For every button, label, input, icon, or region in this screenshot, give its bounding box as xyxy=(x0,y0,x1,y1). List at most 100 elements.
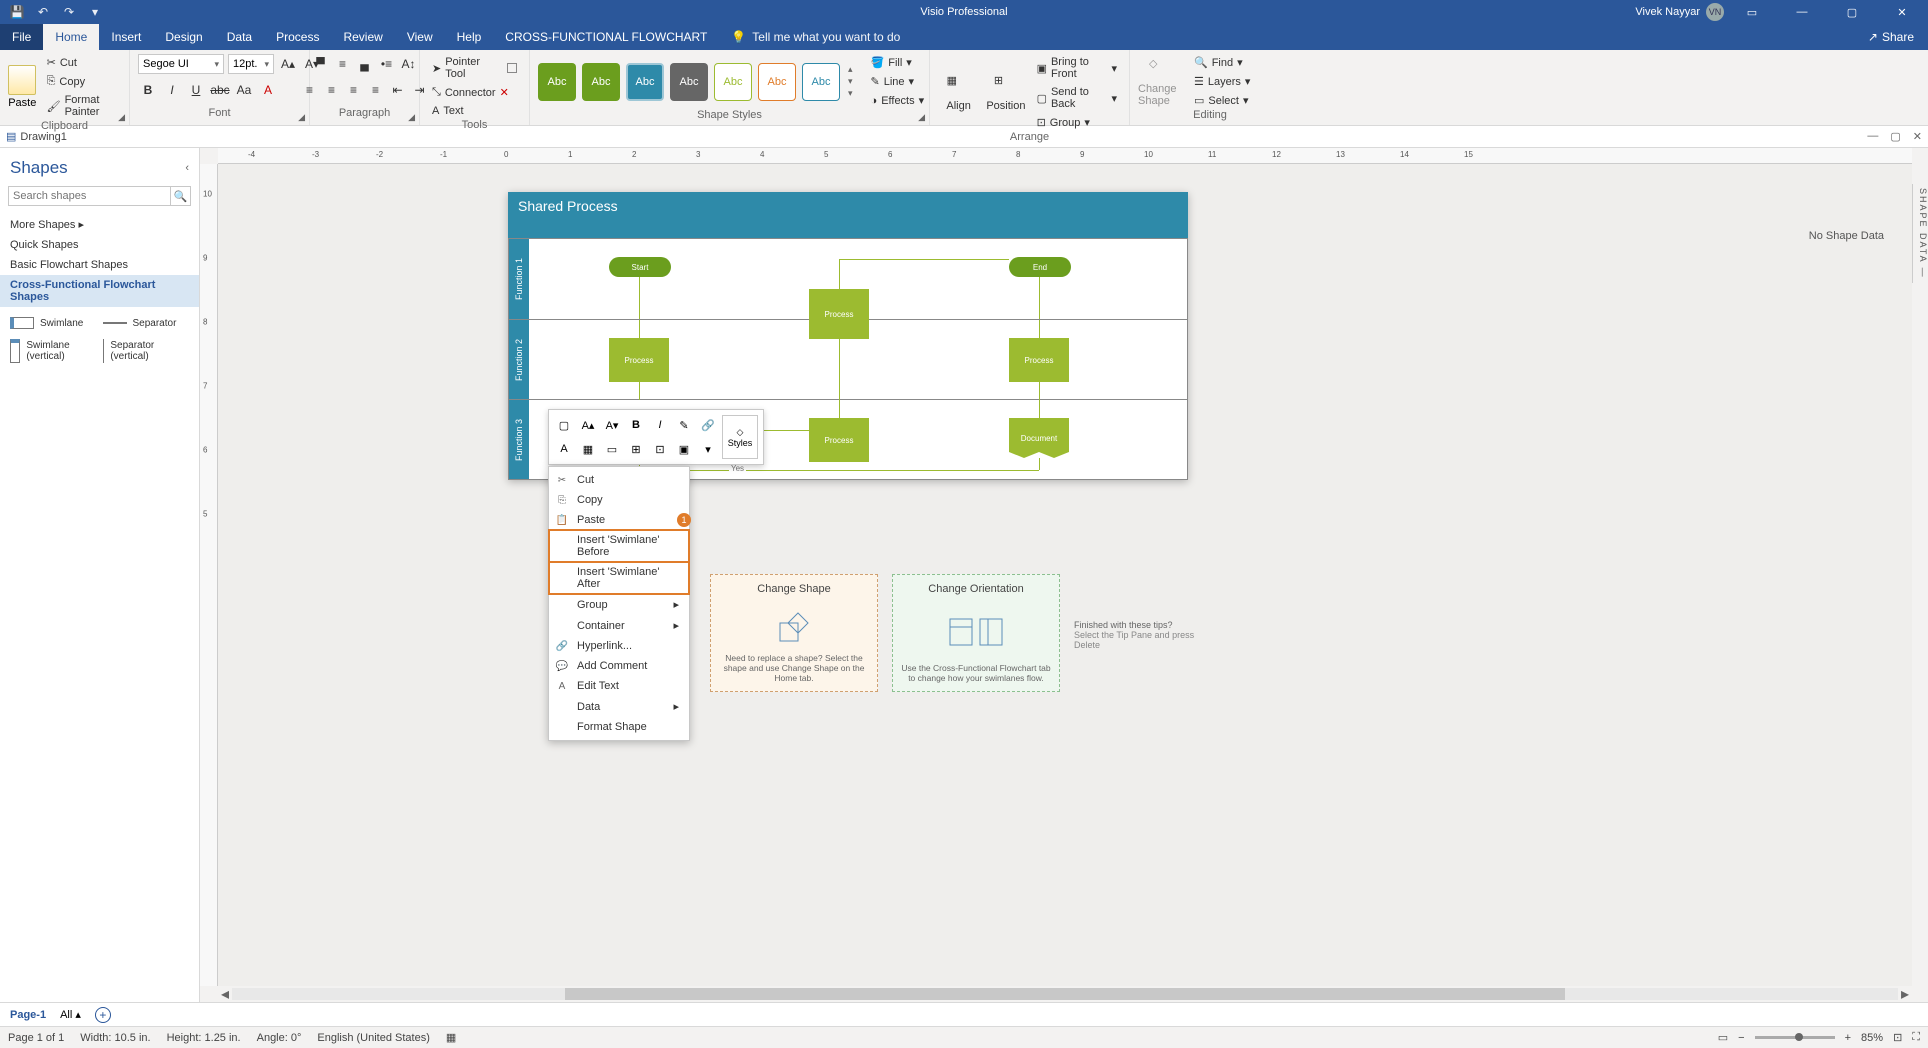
mt-font-color-icon[interactable]: A xyxy=(554,439,574,459)
doc-close-icon[interactable]: ✕ xyxy=(1913,130,1922,143)
cm-format-shape[interactable]: Format Shape xyxy=(549,717,689,737)
connector[interactable] xyxy=(839,320,840,400)
tab-cross-functional[interactable]: CROSS-FUNCTIONAL FLOWCHART xyxy=(493,24,719,50)
mt-shrink-font-icon[interactable]: A▾ xyxy=(602,415,622,435)
pointer-checkbox[interactable] xyxy=(507,63,517,73)
user-name[interactable]: Vivek Nayyar xyxy=(1635,6,1700,18)
font-size-select[interactable]: 12pt. xyxy=(228,54,274,74)
group-button[interactable]: ⊡Group▾ xyxy=(1033,114,1121,131)
style-gallery-down-icon[interactable]: ▾ xyxy=(848,76,853,87)
connector[interactable] xyxy=(1039,400,1040,418)
style-6[interactable]: Abc xyxy=(758,63,796,101)
connector[interactable] xyxy=(639,382,640,400)
tab-process[interactable]: Process xyxy=(264,24,331,50)
presentation-mode-icon[interactable]: ▭ xyxy=(1718,1031,1728,1044)
lane-2[interactable]: Function 2 Process Process xyxy=(509,319,1187,399)
text-tool-button[interactable]: AText xyxy=(428,103,468,119)
shape-swimlane[interactable]: Swimlane xyxy=(10,317,97,329)
cat-quick[interactable]: Quick Shapes xyxy=(0,235,199,255)
tab-insert[interactable]: Insert xyxy=(99,24,153,50)
swimlane-title[interactable]: Shared Process xyxy=(508,192,1188,220)
connector[interactable] xyxy=(1039,320,1040,338)
cat-crossfunc[interactable]: Cross-Functional Flowchart Shapes xyxy=(0,275,199,307)
mt-edit-icon[interactable]: ▢ xyxy=(554,415,574,435)
find-button[interactable]: 🔍Find▾ xyxy=(1190,54,1254,71)
mt-fill-icon[interactable]: ▦ xyxy=(578,439,598,459)
align-middle-icon[interactable]: ≡ xyxy=(333,54,353,74)
bullets-icon[interactable]: •≡ xyxy=(377,54,397,74)
cm-copy[interactable]: ⎘Copy xyxy=(549,490,689,510)
position-button[interactable]: ⊞Position xyxy=(985,74,1026,112)
mt-italic-button[interactable]: I xyxy=(650,415,670,435)
status-language[interactable]: English (United States) xyxy=(317,1032,430,1044)
process-node-4[interactable]: Process xyxy=(809,418,869,462)
connector-tool-button[interactable]: ⤡Connector✕ xyxy=(428,84,513,101)
mt-group-icon[interactable]: ⊡ xyxy=(650,439,670,459)
scroll-right-icon[interactable]: ▸ xyxy=(1898,984,1912,1002)
change-case-button[interactable]: Aa xyxy=(234,80,254,100)
align-top-icon[interactable]: ▀ xyxy=(311,54,331,74)
zoom-level[interactable]: 85% xyxy=(1861,1032,1883,1044)
align-button[interactable]: ▦Align xyxy=(938,74,979,112)
all-pages[interactable]: All ▴ xyxy=(60,1008,81,1021)
bring-front-button[interactable]: ▣Bring to Front▾ xyxy=(1033,54,1121,82)
process-node-3[interactable]: Process xyxy=(1009,338,1069,382)
document-node[interactable]: Document xyxy=(1009,418,1069,458)
tip-pane[interactable]: Change Shape Need to replace a shape? Se… xyxy=(528,574,1204,692)
mt-align-icon[interactable]: ⊞ xyxy=(626,439,646,459)
justify-icon[interactable]: ≡ xyxy=(366,80,386,100)
style-2[interactable]: Abc xyxy=(582,63,620,101)
zoom-out-button[interactable]: − xyxy=(1738,1032,1744,1044)
text-direction-icon[interactable]: A↕ xyxy=(399,54,419,74)
scroll-thumb[interactable] xyxy=(565,988,1565,1000)
effects-button[interactable]: ◑Effects▾ xyxy=(867,92,929,109)
mt-highlight-icon[interactable]: ✎ xyxy=(674,415,694,435)
mt-link-icon[interactable]: 🔗 xyxy=(698,415,718,435)
connector[interactable] xyxy=(639,320,640,338)
save-icon[interactable]: 💾 xyxy=(6,2,28,22)
align-center-icon[interactable]: ≡ xyxy=(322,80,342,100)
line-button[interactable]: ✎Line▾ xyxy=(867,73,929,90)
tab-help[interactable]: Help xyxy=(445,24,494,50)
font-launcher-icon[interactable]: ◢ xyxy=(298,112,305,123)
pointer-tool-button[interactable]: ➤Pointer Tool xyxy=(428,54,521,82)
connector[interactable] xyxy=(639,470,1039,471)
shape-styles-launcher-icon[interactable]: ◢ xyxy=(918,112,925,123)
mt-bold-button[interactable]: B xyxy=(626,415,646,435)
cm-cut[interactable]: ✂Cut xyxy=(549,470,689,490)
full-screen-icon[interactable]: ⛶ xyxy=(1912,1031,1920,1044)
avatar[interactable]: VN xyxy=(1706,3,1724,21)
connector[interactable] xyxy=(1039,458,1040,470)
qat-dropdown-icon[interactable]: ▾ xyxy=(84,2,106,22)
horizontal-scrollbar[interactable]: ◂ ▸ xyxy=(218,986,1912,1002)
shape-separator-v[interactable]: Separator (vertical) xyxy=(103,339,190,363)
bold-button[interactable]: B xyxy=(138,80,158,100)
more-shapes[interactable]: More Shapes ▸ xyxy=(0,214,199,235)
connector[interactable] xyxy=(839,259,840,289)
search-input[interactable] xyxy=(8,186,171,206)
close-icon[interactable]: ✕ xyxy=(1880,0,1924,24)
format-painter-button[interactable]: 🖌Format Painter xyxy=(43,92,121,120)
share-button[interactable]: ↗ Share xyxy=(1854,24,1928,50)
font-color-button[interactable]: A xyxy=(258,80,278,100)
ribbon-display-icon[interactable]: ▭ xyxy=(1730,0,1774,24)
tab-view[interactable]: View xyxy=(395,24,445,50)
tip-change-shape[interactable]: Change Shape Need to replace a shape? Se… xyxy=(710,574,878,692)
style-3[interactable]: Abc xyxy=(626,63,664,101)
align-right-icon[interactable]: ≡ xyxy=(344,80,364,100)
style-5[interactable]: Abc xyxy=(714,63,752,101)
lane-3-label[interactable]: Function 3 xyxy=(509,400,529,479)
cm-paste[interactable]: 📋Paste xyxy=(549,510,689,530)
strike-button[interactable]: abc xyxy=(210,80,230,100)
style-7[interactable]: Abc xyxy=(802,63,840,101)
macro-icon[interactable]: ▦ xyxy=(446,1031,456,1044)
cut-button[interactable]: ✂Cut xyxy=(43,54,121,71)
lane-2-label[interactable]: Function 2 xyxy=(509,320,529,399)
tab-review[interactable]: Review xyxy=(331,24,394,50)
mt-more-icon[interactable]: ▾ xyxy=(698,439,718,459)
zoom-in-button[interactable]: + xyxy=(1845,1032,1851,1044)
tab-data[interactable]: Data xyxy=(215,24,264,50)
style-gallery-more-icon[interactable]: ▾ xyxy=(848,88,853,99)
lane-1[interactable]: Function 1 Start End Process xyxy=(509,239,1187,319)
underline-button[interactable]: U xyxy=(186,80,206,100)
